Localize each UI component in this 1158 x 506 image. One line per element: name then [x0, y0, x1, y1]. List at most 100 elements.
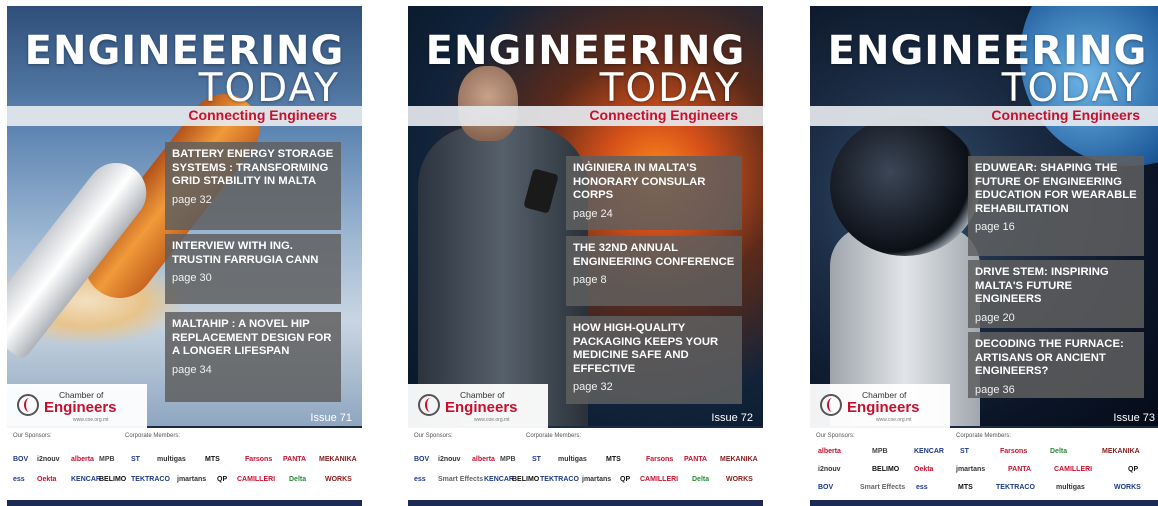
article-title: MALTAHIP : A NOVEL HIP REPLACEMENT DESIG… [172, 318, 332, 357]
sponsor-logo: Oekta [37, 476, 57, 483]
sponsor-logo: TEKTRACO [540, 476, 579, 483]
article-box[interactable]: INTERVIEW WITH ING. TRUSTIN FARRUGIA CAN… [165, 234, 341, 304]
sponsor-logo: Smart Effects [860, 484, 906, 491]
article-title: DRIVE STEM: INSPIRING MALTA'S FUTURE ENG… [975, 266, 1109, 305]
sponsor-logo: ST [532, 456, 541, 463]
sponsor-logo: BOV [414, 456, 430, 463]
article-page: page 30 [172, 272, 212, 284]
sponsor-logo: Delta [289, 476, 307, 483]
magazine-cover-issue-72[interactable]: ENGINEERING TODAY Connecting Engineers I… [408, 6, 763, 506]
tagline-bar: Connecting Engineers [810, 106, 1158, 126]
sponsor-logo: multigas [558, 456, 587, 463]
tagline-text: Connecting Engineers [589, 107, 738, 123]
tagline-text: Connecting Engineers [991, 107, 1140, 123]
magazine-cover-issue-73[interactable]: ENGINEERING TODAY Connecting Engineers E… [810, 6, 1158, 506]
sponsor-logo: BOV [818, 484, 834, 491]
magazine-cover-issue-71[interactable]: ENGINEERING TODAY Connecting Engineers B… [7, 6, 362, 506]
sponsors-label: Our Sponsors: [816, 433, 855, 439]
magazine-title-today: TODAY [198, 66, 340, 111]
article-title: INĠINIERA IN MALTA'S HONORARY CONSULAR C… [573, 162, 706, 201]
sponsor-logo: Farsons [646, 456, 674, 463]
article-title: EDUWEAR: SHAPING THE FUTURE OF ENGINEERI… [975, 162, 1137, 215]
sponsor-logo: MTS [205, 456, 220, 463]
sponsor-logo: BOV [13, 456, 29, 463]
members-label: Corporate Members: [956, 433, 1012, 439]
article-title: DECODING THE FURNACE: ARTISANS OR ANCIEN… [975, 338, 1124, 377]
sponsor-logo: BELIMO [872, 466, 900, 473]
sponsor-logo: alberta [818, 448, 841, 455]
sponsor-logo: MEKANIKA [720, 456, 758, 463]
sponsor-logo: PANTA [684, 456, 708, 463]
sponsor-logo: MPB [872, 448, 888, 455]
article-box[interactable]: MALTAHIP : A NOVEL HIP REPLACEMENT DESIG… [165, 312, 341, 402]
sponsor-logo: Smart Effects [438, 476, 484, 483]
sponsor-logo: ess [414, 476, 426, 483]
chamber-of-engineers-logo: Chamber of Engineers www.coe.org.mt [408, 384, 548, 428]
sponsor-logo: QP [217, 476, 228, 483]
sponsor-strip: Our Sponsors: Corporate Members: alberta… [810, 428, 1158, 506]
article-box[interactable]: INĠINIERA IN MALTA'S HONORARY CONSULAR C… [566, 156, 742, 230]
sponsor-logo: jmartans [177, 476, 207, 483]
sponsor-logo: i2nouv [818, 466, 841, 473]
article-title: INTERVIEW WITH ING. TRUSTIN FARRUGIA CAN… [172, 240, 319, 266]
logo-text-big: Engineers [847, 399, 920, 416]
logo-url: www.coe.org.mt [73, 417, 109, 423]
sponsor-logo: WORKS [325, 476, 352, 483]
issue-number: Issue 72 [711, 412, 753, 424]
sponsor-logo: multigas [1056, 484, 1085, 491]
sponsor-logo: multigas [157, 456, 186, 463]
sponsor-logo: WORKS [1114, 484, 1141, 491]
sponsor-logo: TEKTRACO [996, 484, 1035, 491]
magazine-title-today: TODAY [1001, 66, 1143, 111]
magazine-title-today: TODAY [599, 66, 741, 111]
article-box[interactable]: DRIVE STEM: INSPIRING MALTA'S FUTURE ENG… [968, 260, 1144, 328]
article-box[interactable]: HOW HIGH-QUALITY PACKAGING KEEPS YOUR ME… [566, 316, 742, 404]
article-page: page 34 [172, 363, 212, 376]
sponsor-logo: ess [916, 484, 928, 491]
article-title: THE 32ND ANNUAL ENGINEERING CONFERENCE [573, 242, 735, 268]
tagline-bar: Connecting Engineers [408, 106, 763, 126]
sponsor-logo: CAMILLERI [640, 476, 679, 483]
sponsor-logo: PANTA [283, 456, 307, 463]
article-page: page 24 [573, 207, 613, 220]
tagline-text: Connecting Engineers [188, 107, 337, 123]
businessman-head-image [458, 66, 518, 141]
sponsor-logo: CAMILLERI [1054, 466, 1093, 473]
sponsor-logo: Oekta [914, 466, 934, 473]
article-box[interactable]: DECODING THE FURNACE: ARTISANS OR ANCIEN… [968, 332, 1144, 398]
sponsor-logo: ST [960, 448, 969, 455]
article-page: page 8 [573, 274, 607, 286]
sponsor-logo: WORKS [726, 476, 753, 483]
article-box[interactable]: EDUWEAR: SHAPING THE FUTURE OF ENGINEERI… [968, 156, 1144, 256]
logo-url: www.coe.org.mt [474, 417, 510, 423]
sponsor-logo: jmartans [956, 466, 986, 473]
sponsor-logo: Farsons [245, 456, 273, 463]
sponsor-logo: alberta [71, 456, 94, 463]
article-page: page 32 [573, 381, 613, 393]
sponsor-logo: i2nouv [438, 456, 461, 463]
sponsor-logo: MTS [606, 456, 621, 463]
chamber-logo-icon [17, 394, 39, 416]
sponsor-logo: BELIMO [512, 476, 540, 483]
sponsor-logo: MEKANIKA [319, 456, 357, 463]
sponsor-logo: KENCAR [484, 476, 514, 483]
sponsor-logo: MTS [958, 484, 973, 491]
chamber-of-engineers-logo: Chamber of Engineers www.coe.org.mt [810, 384, 950, 428]
article-box[interactable]: BATTERY ENERGY STORAGE SYSTEMS : TRANSFO… [165, 142, 341, 230]
article-title: BATTERY ENERGY STORAGE SYSTEMS : TRANSFO… [172, 148, 334, 187]
sponsor-logo: MPB [500, 456, 516, 463]
article-box[interactable]: THE 32ND ANNUAL ENGINEERING CONFERENCE p… [566, 236, 742, 306]
sponsor-logo: BELIMO [99, 476, 127, 483]
article-page: page 20 [975, 311, 1015, 324]
article-title: HOW HIGH-QUALITY PACKAGING KEEPS YOUR ME… [573, 322, 719, 375]
sponsor-logo: alberta [472, 456, 495, 463]
sponsor-logo: KENCAR [914, 448, 944, 455]
sponsor-logo: ess [13, 476, 25, 483]
sponsor-logo: QP [620, 476, 631, 483]
logo-text-big: Engineers [445, 399, 518, 416]
chamber-of-engineers-logo: Chamber of Engineers www.coe.org.mt [7, 384, 147, 428]
sponsor-logo: PANTA [1008, 466, 1032, 473]
sponsor-logo: i2nouv [37, 456, 60, 463]
sponsor-logo: ST [131, 456, 140, 463]
sponsor-logo: TEKTRACO [131, 476, 170, 483]
